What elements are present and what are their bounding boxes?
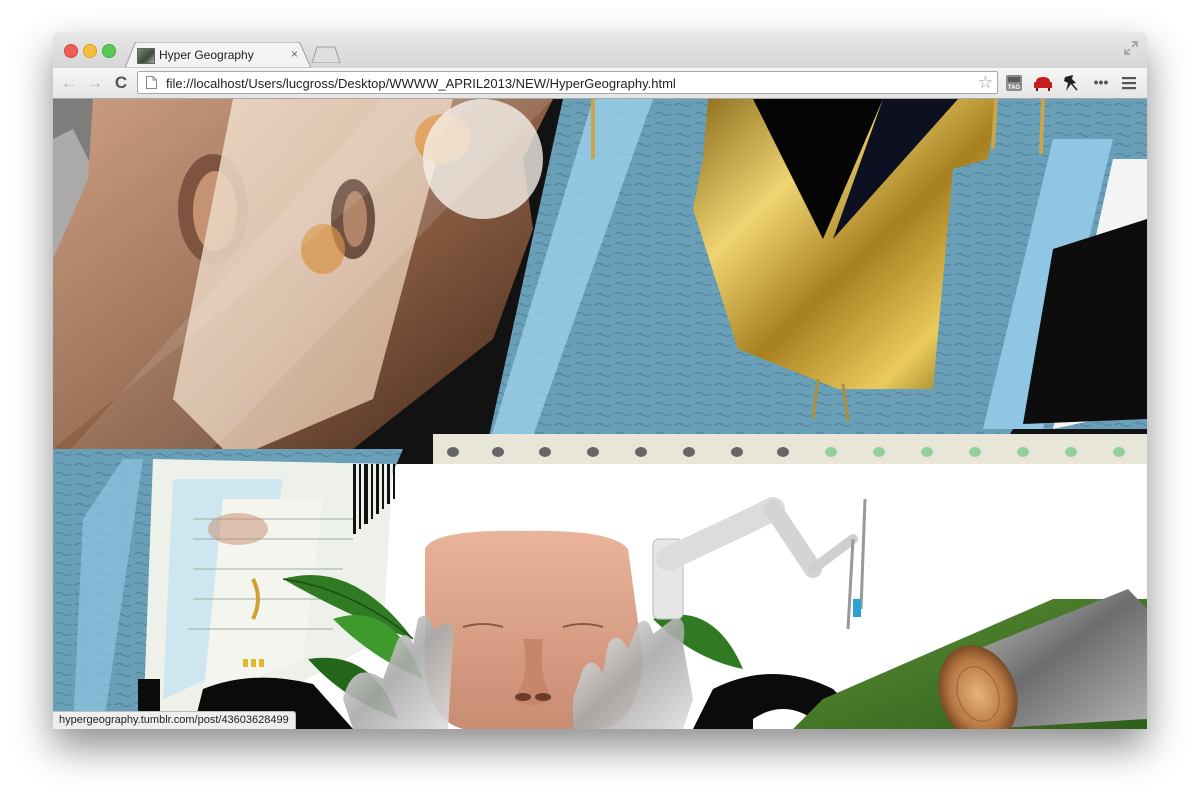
hyper-geography-collage	[53, 99, 1147, 729]
page-content: hypergeography.tumblr.com/post/436036284…	[53, 99, 1147, 729]
minimize-window-button[interactable]	[83, 44, 97, 58]
tab-close-icon[interactable]: ×	[291, 47, 298, 61]
collage-thumbnail-icon	[137, 48, 155, 64]
url-text[interactable]: file://localhost/Users/lucgross/Desktop/…	[166, 76, 676, 91]
address-bar[interactable]: file://localhost/Users/lucgross/Desktop/…	[137, 71, 998, 94]
close-window-button[interactable]	[64, 44, 78, 58]
toolbar: ← → C file://localhost/Users/lucgross/De…	[53, 68, 1147, 99]
hamburger-menu-icon[interactable]	[1119, 73, 1139, 93]
pushpin-extension-icon[interactable]	[1061, 73, 1081, 93]
new-tab-button[interactable]	[311, 46, 341, 63]
back-arrow-icon[interactable]: ←	[59, 73, 79, 93]
bookmark-star-icon[interactable]: ☆	[978, 73, 993, 93]
browser-window: Hyper Geography × ← → C file://localhost…	[53, 32, 1147, 729]
reload-icon[interactable]: C	[111, 73, 131, 93]
status-bar: hypergeography.tumblr.com/post/436036284…	[53, 711, 296, 729]
tag-extension-icon[interactable]: TAG	[1004, 73, 1024, 93]
tab-strip: Hyper Geography ×	[53, 32, 1147, 68]
sofa-extension-icon[interactable]	[1033, 73, 1053, 93]
tab-title: Hyper Geography	[159, 48, 254, 62]
page-icon	[146, 76, 157, 89]
tab-hyper-geography[interactable]: Hyper Geography ×	[125, 42, 311, 68]
forward-arrow-icon[interactable]: →	[85, 73, 105, 93]
more-extensions-icon[interactable]: •••	[1091, 73, 1111, 93]
fullscreen-icon[interactable]	[1123, 40, 1139, 56]
zoom-window-button[interactable]	[102, 44, 116, 58]
svg-text:TAG: TAG	[1008, 85, 1021, 91]
